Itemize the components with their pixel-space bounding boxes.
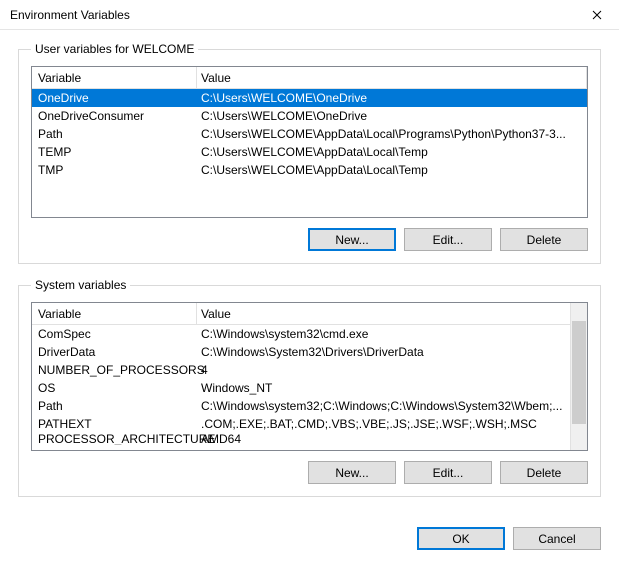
list-item[interactable]: TMP C:\Users\WELCOME\AppData\Local\Temp — [32, 161, 587, 179]
user-variables-group: User variables for WELCOME Variable Valu… — [18, 42, 601, 264]
user-edit-button[interactable]: Edit... — [404, 228, 492, 251]
dialog-footer: OK Cancel — [0, 523, 619, 564]
cell-variable: TEMP — [32, 145, 197, 159]
cell-variable: NUMBER_OF_PROCESSORS — [32, 363, 197, 377]
list-item[interactable]: OneDriveConsumer C:\Users\WELCOME\OneDri… — [32, 107, 587, 125]
user-list-body: OneDrive C:\Users\WELCOME\OneDrive OneDr… — [32, 89, 587, 217]
cell-value: 4 — [197, 363, 570, 377]
list-item[interactable]: OneDrive C:\Users\WELCOME\OneDrive — [32, 89, 587, 107]
system-buttons-row: New... Edit... Delete — [31, 461, 588, 484]
system-variables-list[interactable]: Variable Value ComSpec C:\Windows\system… — [31, 302, 588, 451]
list-item[interactable]: ComSpec C:\Windows\system32\cmd.exe — [32, 325, 570, 343]
dialog-content: User variables for WELCOME Variable Valu… — [0, 30, 619, 523]
system-variables-group: System variables Variable Value ComSpec … — [18, 278, 601, 497]
cell-value: C:\Windows\system32;C:\Windows;C:\Window… — [197, 399, 570, 413]
user-new-button[interactable]: New... — [308, 228, 396, 251]
cancel-button[interactable]: Cancel — [513, 527, 601, 550]
list-item[interactable]: Path C:\Windows\system32;C:\Windows;C:\W… — [32, 397, 570, 415]
cell-value: Windows_NT — [197, 381, 570, 395]
cell-variable: Path — [32, 127, 197, 141]
cell-value: C:\Users\WELCOME\OneDrive — [197, 109, 587, 123]
cell-variable: ComSpec — [32, 327, 197, 341]
list-item[interactable]: OS Windows_NT — [32, 379, 570, 397]
title-bar: Environment Variables — [0, 0, 619, 30]
list-item[interactable]: Path C:\Users\WELCOME\AppData\Local\Prog… — [32, 125, 587, 143]
cell-variable: Path — [32, 399, 197, 413]
window-title: Environment Variables — [10, 8, 130, 22]
system-variables-legend: System variables — [31, 278, 130, 292]
system-edit-button[interactable]: Edit... — [404, 461, 492, 484]
cell-variable: OneDrive — [32, 91, 197, 105]
ok-button[interactable]: OK — [417, 527, 505, 550]
scrollbar-thumb[interactable] — [572, 321, 586, 424]
cell-value: .COM;.EXE;.BAT;.CMD;.VBS;.VBE;.JS;.JSE;.… — [197, 417, 570, 431]
cell-value: C:\Users\WELCOME\AppData\Local\Programs\… — [197, 127, 587, 141]
user-delete-button[interactable]: Delete — [500, 228, 588, 251]
system-list-header: Variable Value — [32, 303, 587, 325]
cell-value: C:\Windows\system32\cmd.exe — [197, 327, 570, 341]
user-buttons-row: New... Edit... Delete — [31, 228, 588, 251]
system-delete-button[interactable]: Delete — [500, 461, 588, 484]
header-variable[interactable]: Variable — [32, 67, 197, 88]
system-list-body: ComSpec C:\Windows\system32\cmd.exe Driv… — [32, 325, 587, 450]
cell-value: C:\Users\WELCOME\AppData\Local\Temp — [197, 145, 587, 159]
user-list-header: Variable Value — [32, 67, 587, 89]
close-icon — [592, 10, 602, 20]
list-item[interactable]: PATHEXT .COM;.EXE;.BAT;.CMD;.VBS;.VBE;.J… — [32, 415, 570, 433]
header-variable[interactable]: Variable — [32, 303, 197, 324]
cell-value: AMD64 — [197, 433, 570, 445]
cell-variable: PROCESSOR_ARCHITECTURE — [32, 433, 197, 445]
user-variables-legend: User variables for WELCOME — [31, 42, 198, 56]
header-value[interactable]: Value — [197, 303, 587, 324]
cell-variable: OS — [32, 381, 197, 395]
cell-variable: OneDriveConsumer — [32, 109, 197, 123]
user-variables-list[interactable]: Variable Value OneDrive C:\Users\WELCOME… — [31, 66, 588, 218]
system-new-button[interactable]: New... — [308, 461, 396, 484]
list-item[interactable]: DriverData C:\Windows\System32\Drivers\D… — [32, 343, 570, 361]
cell-variable: TMP — [32, 163, 197, 177]
cell-value: C:\Users\WELCOME\AppData\Local\Temp — [197, 163, 587, 177]
cell-value: C:\Windows\System32\Drivers\DriverData — [197, 345, 570, 359]
list-item[interactable]: NUMBER_OF_PROCESSORS 4 — [32, 361, 570, 379]
cell-variable: DriverData — [32, 345, 197, 359]
list-item[interactable]: TEMP C:\Users\WELCOME\AppData\Local\Temp — [32, 143, 587, 161]
list-item[interactable]: PROCESSOR_ARCHITECTURE AMD64 — [32, 433, 570, 445]
close-button[interactable] — [574, 0, 619, 30]
scrollbar[interactable] — [570, 303, 587, 450]
header-value[interactable]: Value — [197, 67, 587, 88]
cell-variable: PATHEXT — [32, 417, 197, 431]
cell-value: C:\Users\WELCOME\OneDrive — [197, 91, 587, 105]
